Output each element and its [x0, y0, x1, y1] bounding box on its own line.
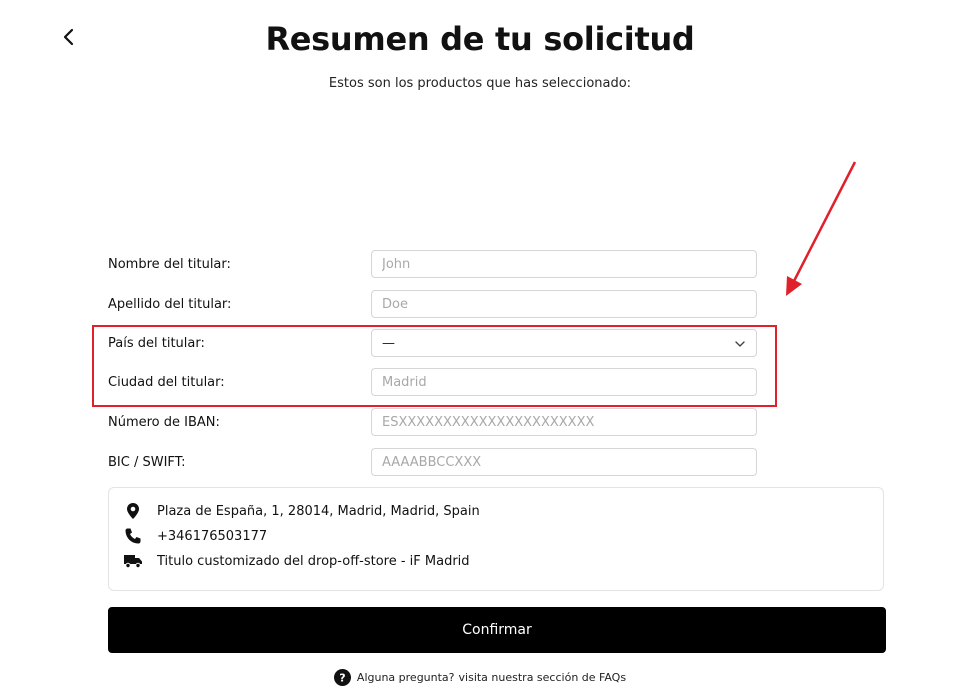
confirm-button[interactable]: Confirmar	[108, 607, 886, 653]
bic-input[interactable]	[371, 448, 757, 476]
form-row-bic: BIC / SWIFT:	[108, 447, 758, 477]
store-phone: +346176503177	[157, 528, 268, 544]
iban-input[interactable]	[371, 408, 757, 436]
form-row-iban: Número de IBAN:	[108, 407, 758, 437]
store-name: Titulo customizado del drop-off-store - …	[157, 553, 470, 569]
country-label: País del titular:	[108, 335, 205, 351]
first-name-label: Nombre del titular:	[108, 256, 231, 272]
bic-label: BIC / SWIFT:	[108, 454, 186, 470]
form-row-first-name: Nombre del titular:	[108, 249, 758, 279]
svg-text:?: ?	[339, 671, 345, 684]
faq-question: Alguna pregunta?	[356, 670, 455, 684]
page-title: Resumen de tu solicitud	[265, 20, 695, 58]
store-address: Plaza de España, 1, 28014, Madrid, Madri…	[157, 503, 480, 519]
form-row-city: Ciudad del titular:	[108, 367, 758, 397]
country-select[interactable]: —	[371, 329, 757, 357]
last-name-input[interactable]	[371, 290, 757, 318]
store-info-card: Plaza de España, 1, 28014, Madrid, Madri…	[108, 487, 884, 591]
country-selected-value: —	[382, 335, 395, 351]
store-phone-line: +346176503177	[123, 525, 267, 547]
chevron-down-icon	[735, 341, 745, 347]
page-subtitle: Estos son los productos que has seleccio…	[328, 76, 632, 91]
store-address-line: Plaza de España, 1, 28014, Madrid, Madri…	[123, 500, 480, 522]
truck-icon	[123, 551, 143, 571]
faq-help-line: ? Alguna pregunta? visita nuestra secció…	[0, 667, 960, 687]
question-circle-icon: ?	[333, 668, 351, 686]
city-input[interactable]	[371, 368, 757, 396]
location-pin-icon	[123, 501, 143, 521]
city-label: Ciudad del titular:	[108, 374, 225, 390]
first-name-input[interactable]	[371, 250, 757, 278]
iban-label: Número de IBAN:	[108, 414, 220, 430]
last-name-label: Apellido del titular:	[108, 296, 232, 312]
phone-icon	[123, 526, 143, 546]
form-row-last-name: Apellido del titular:	[108, 289, 758, 319]
form-row-country: País del titular: —	[108, 328, 758, 358]
faq-link[interactable]: visita nuestra sección de FAQs	[459, 671, 627, 684]
store-name-line: Titulo customizado del drop-off-store - …	[123, 550, 470, 572]
